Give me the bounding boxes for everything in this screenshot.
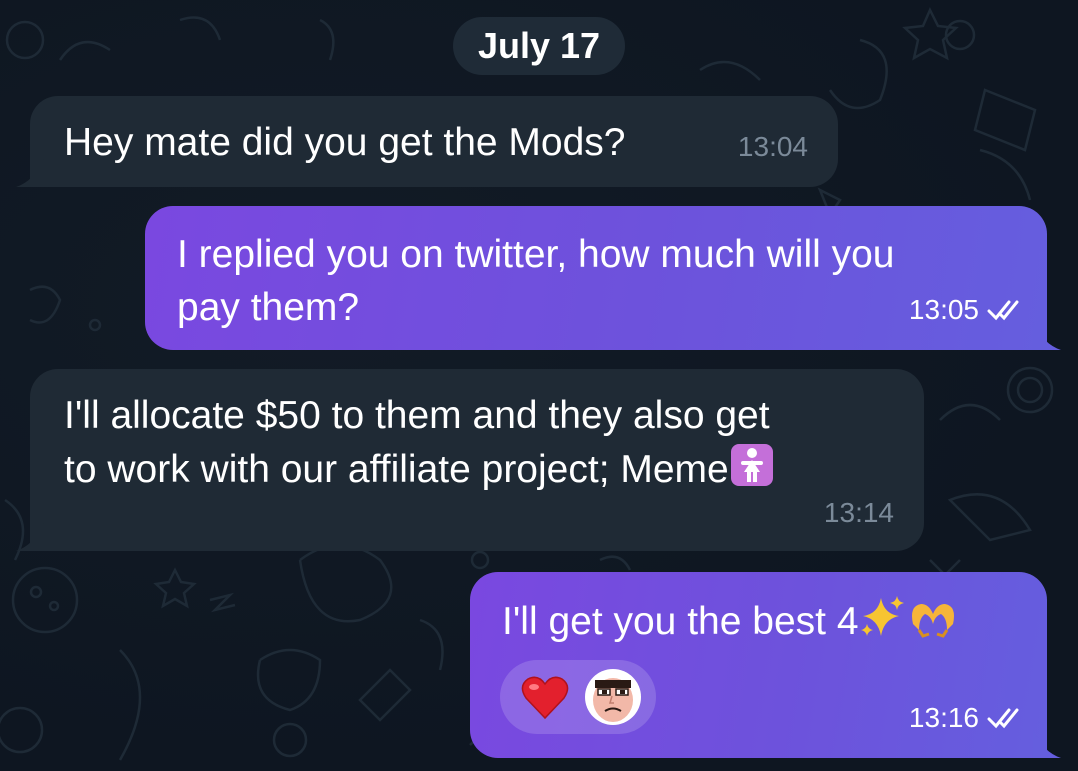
message-time: 13:04 [737,131,808,162]
red-heart-reaction[interactable] [520,674,570,720]
bubble-tail [1033,322,1061,350]
message-bubble-outgoing[interactable]: I replied you on twitter, how much will … [145,206,1061,350]
message-meta: 13:14 [824,486,894,539]
double-check-icon [987,708,1019,728]
chat-view: July 17 Hey mate did you get the Mods? 1… [0,0,1078,771]
angry-face-sticker-reaction[interactable] [584,668,642,726]
message-text-line1: I'll allocate $50 to them and they also … [64,394,770,437]
date-separator: July 17 [453,17,625,75]
message-time: 13:16 [908,702,979,733]
double-check-icon [987,300,1019,320]
message-time: 13:14 [823,497,894,528]
message-bubble-incoming[interactable]: I'll allocate $50 to them and they also … [16,369,924,551]
message-meta: 13:04 [738,120,808,173]
heart-hands-emoji [911,604,954,638]
message-text-line2: pay them? [177,286,360,329]
sparkles-emoji [860,596,904,636]
bubble-tail [16,159,44,187]
message-text: to work with our affiliate project; Meme [64,448,729,491]
message-bubble-incoming[interactable]: Hey mate did you get the Mods? 13:04 [16,96,838,187]
message-time: 13:05 [908,294,979,325]
woman-standing-emoji [730,444,773,486]
message-bubble-outgoing[interactable]: I'll get you the best 4 13:16 [470,572,1061,758]
bubble-tail [16,523,44,551]
message-text: Hey mate did you get the Mods? [64,121,626,164]
message-text-content: I'll get you the best 4 [502,600,859,643]
reactions-bar[interactable] [500,660,656,734]
bubble-tail [1033,730,1061,758]
message-text-line2: to work with our affiliate project; Meme [64,442,775,496]
message-meta: 13:16 [909,691,1027,744]
message-text-line1: I replied you on twitter, how much will … [177,233,895,276]
message-text: I'll get you the best 4 [502,594,959,648]
message-meta: 13:05 [909,283,1027,336]
